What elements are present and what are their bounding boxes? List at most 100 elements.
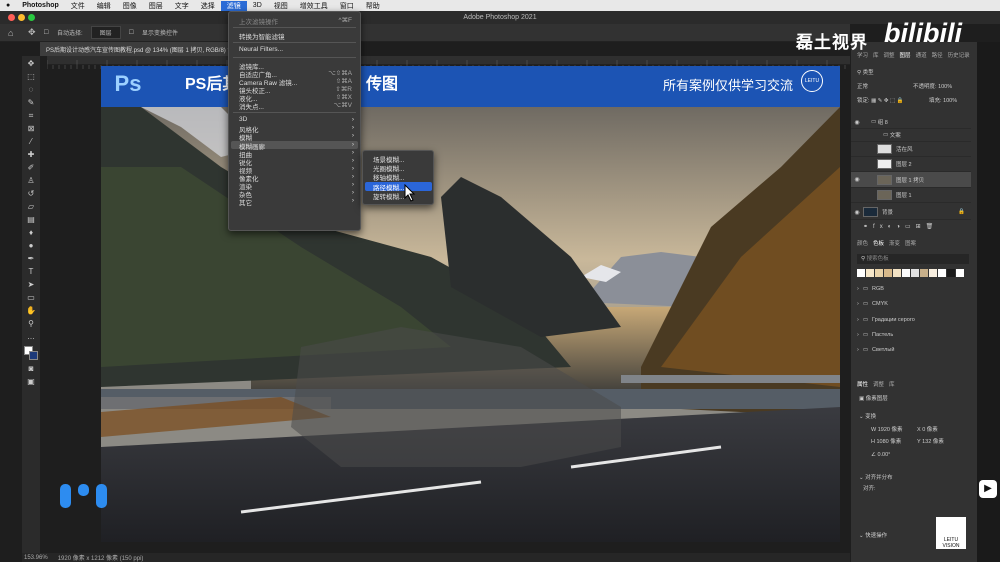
frame-tool-icon[interactable]: ⊠ (26, 125, 36, 133)
layer-row[interactable]: ◉ ▭ 组 8 (851, 116, 971, 129)
blend-mode-select[interactable]: 正常 (857, 82, 868, 90)
width-field[interactable]: W 1920 像素 (871, 425, 903, 433)
auto-select-checkbox[interactable]: ☐ (44, 29, 49, 36)
opacity-input[interactable]: 100% (938, 84, 952, 90)
swatch-group[interactable]: › ▭ RGB (857, 282, 884, 296)
swatch-group[interactable]: › ▭ Светлый (857, 343, 894, 357)
height-field[interactable]: H 1080 像素 (871, 437, 901, 445)
tab-adjustments[interactable]: 调整 (873, 380, 884, 388)
zoom-tool-icon[interactable]: ⚲ (26, 320, 36, 328)
eye-icon[interactable]: ◉ (851, 209, 863, 216)
menu-view[interactable]: 视图 (268, 1, 294, 11)
layer-filter-kind[interactable]: ⚲ 类型 (857, 68, 874, 76)
crop-tool-icon[interactable]: ⌗ (26, 112, 36, 120)
close-window-button[interactable] (8, 14, 15, 21)
convert-smart-filter-item[interactable]: 转换为智能滤镜 (239, 31, 285, 41)
background-color-swatch[interactable] (29, 351, 38, 360)
color-swatch[interactable] (857, 269, 865, 277)
menu-file[interactable]: 文件 (65, 1, 91, 11)
neural-filters-item[interactable]: Neural Filters... (239, 46, 283, 53)
color-swatch[interactable] (875, 269, 883, 277)
document-tab[interactable]: PS后期设计动感汽车宣传图教程.psd @ 134% (图层 1 拷贝, RGB… (40, 42, 240, 56)
blur-tool-icon[interactable]: ♦ (26, 229, 36, 237)
y-field[interactable]: Y 132 像素 (917, 437, 944, 445)
fx-icon[interactable]: fx (873, 224, 888, 230)
screen-mode-icon[interactable]: ▣ (26, 378, 36, 386)
swatch-group[interactable]: › ▭ Градации серого (857, 313, 915, 327)
submenu-other[interactable]: 其它 (239, 197, 252, 207)
layer-row[interactable]: 活在风 (851, 142, 971, 157)
layer-row-selected[interactable]: ◉ 图层 1 拷贝 (851, 172, 971, 188)
trash-icon[interactable]: 🗑 (926, 224, 939, 230)
swatch-search-input[interactable]: ⚲ 搜索色板 (857, 254, 969, 264)
type-tool-icon[interactable]: T (26, 268, 36, 276)
tab-layers[interactable]: 图层 (900, 51, 911, 59)
link-icon[interactable]: ⚭ (863, 224, 873, 230)
tab-paths[interactable]: 路径 (932, 51, 943, 59)
color-swatch[interactable] (947, 269, 955, 277)
menu-help[interactable]: 帮助 (360, 1, 386, 11)
swatch-group[interactable]: › ▭ CMYK (857, 297, 888, 311)
eraser-tool-icon[interactable]: ▱ (26, 203, 36, 211)
color-swatch[interactable] (884, 269, 892, 277)
x-field[interactable]: X 0 像素 (917, 425, 938, 433)
menu-window[interactable]: 窗口 (334, 1, 360, 11)
zoom-window-button[interactable] (28, 14, 35, 21)
new-layer-icon[interactable]: ⊞ (916, 224, 926, 230)
quick-actions-header[interactable]: ⌄ 快速操作 (859, 531, 887, 539)
swatch-group[interactable]: › ▭ Пастель (857, 328, 893, 342)
eyedropper-tool-icon[interactable]: ⁄ (26, 138, 36, 146)
group-icon[interactable]: ▭ (905, 224, 916, 230)
layer-row[interactable]: 图层 1 (851, 188, 971, 203)
more-tools-icon[interactable]: … (26, 333, 36, 341)
color-swatch[interactable] (920, 269, 928, 277)
document-canvas[interactable]: Ps PS后其 传图 所有案例仅供学习交流 LEITU (101, 66, 840, 542)
menu-select[interactable]: 选择 (195, 1, 221, 11)
menu-photoshop[interactable]: Photoshop (16, 2, 65, 9)
layer-row[interactable]: ◉ 背景 🔒 (851, 205, 971, 220)
brush-tool-icon[interactable]: ✐ (26, 164, 36, 172)
tab-gradients[interactable]: 渐变 (889, 239, 900, 247)
gradient-tool-icon[interactable]: ▤ (26, 216, 36, 224)
fill-input[interactable]: 100% (943, 98, 957, 104)
marquee-tool-icon[interactable]: ⬚ (26, 73, 36, 81)
tab-library[interactable]: 库 (889, 380, 895, 388)
move-tool-icon[interactable]: ✥ (26, 60, 36, 68)
tab-adjust[interactable]: 调整 (884, 51, 895, 59)
color-swatch[interactable] (893, 269, 901, 277)
adjustment-icon[interactable]: ◑ (896, 224, 905, 230)
tab-color[interactable]: 颜色 (857, 239, 868, 247)
tab-patterns[interactable]: 图案 (905, 239, 916, 247)
menu-type[interactable]: 文字 (169, 1, 195, 11)
quick-mask-icon[interactable]: ◙ (26, 365, 36, 373)
angle-field[interactable]: ∠ 0.00° (871, 452, 890, 458)
history-brush-tool-icon[interactable]: ↺ (26, 190, 36, 198)
move-tool-icon[interactable]: ✥ (28, 27, 36, 38)
layer-actions-bar[interactable]: ⚭fx◐◑▭⊞🗑 (863, 223, 938, 230)
dodge-tool-icon[interactable]: ● (26, 242, 36, 250)
hand-tool-icon[interactable]: ✋ (26, 307, 36, 315)
eye-icon[interactable]: ◉ (851, 176, 863, 183)
tilt-shift-item[interactable]: 移轴模糊... (373, 172, 404, 182)
layer-row[interactable]: 图层 2 (851, 157, 971, 172)
lock-icons[interactable]: ▦ ✎ ✥ ⬚ 🔒 (871, 98, 904, 104)
color-swatch[interactable] (911, 269, 919, 277)
vanishing-point-item[interactable]: 消失点... (239, 101, 264, 111)
color-swatch[interactable] (929, 269, 937, 277)
auto-select-target-select[interactable]: 图层 (90, 26, 121, 39)
menu-edit[interactable]: 编辑 (91, 1, 117, 11)
quick-select-tool-icon[interactable]: ✎ (26, 99, 36, 107)
color-swatch[interactable] (956, 269, 964, 277)
home-icon[interactable]: ⌂ (8, 28, 13, 38)
tab-swatches[interactable]: 色板 (873, 239, 884, 247)
align-header[interactable]: ⌄ 对齐并分布 (859, 473, 893, 481)
stamp-tool-icon[interactable]: ♙ (26, 177, 36, 185)
healing-tool-icon[interactable]: ✚ (26, 151, 36, 159)
spin-blur-item[interactable]: 旋转模糊... (373, 191, 404, 201)
layer-row[interactable]: ▭ 文案 (851, 129, 971, 142)
apple-icon[interactable]: ● (0, 2, 16, 9)
path-select-tool-icon[interactable]: ➤ (26, 281, 36, 289)
color-swatch[interactable] (866, 269, 874, 277)
tab-history[interactable]: 历史记录 (948, 51, 970, 59)
tab-properties[interactable]: 属性 (857, 380, 868, 388)
